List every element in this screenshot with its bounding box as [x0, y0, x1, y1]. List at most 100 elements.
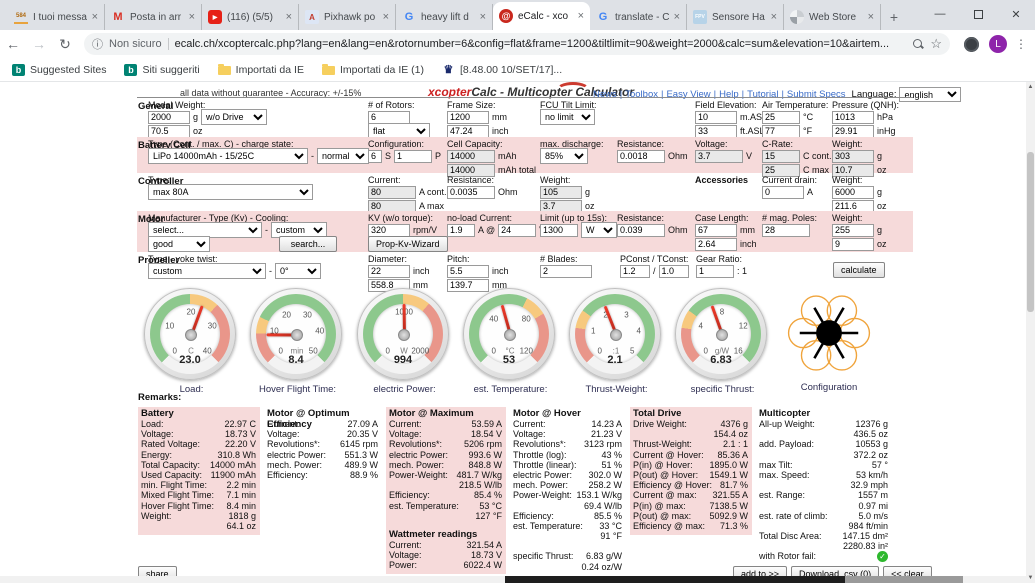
- mag-poles-input[interactable]: [762, 224, 810, 237]
- discharge-select[interactable]: 85%: [540, 148, 588, 164]
- prop-type-select[interactable]: custom: [148, 263, 266, 279]
- profile-avatar[interactable]: L: [989, 35, 1007, 53]
- accessory-weight-g-input[interactable]: [832, 186, 874, 199]
- rotor-count-input[interactable]: [368, 111, 410, 124]
- browser-tab[interactable]: @eCalc - xco×: [493, 2, 590, 30]
- tab-close-icon[interactable]: ×: [674, 11, 680, 23]
- tab-close-icon[interactable]: ×: [578, 10, 584, 22]
- pressure-hpa-input[interactable]: [832, 111, 874, 124]
- menu-kebab-icon[interactable]: ⋮: [1015, 37, 1027, 51]
- frame-mm-input[interactable]: [447, 111, 489, 124]
- pressure-inhg-input[interactable]: [832, 125, 874, 138]
- tab-close-icon[interactable]: ×: [92, 11, 98, 23]
- scroll-down-icon[interactable]: ▼: [1026, 573, 1035, 583]
- browser-tab[interactable]: Web Store×: [784, 4, 881, 30]
- controller-resistance-input[interactable]: [447, 186, 495, 199]
- cooling-select[interactable]: good: [148, 236, 210, 252]
- motor-weight-g-input[interactable]: [832, 224, 874, 237]
- info-icon[interactable]: ⓘ: [92, 36, 103, 52]
- tab-close-icon[interactable]: ×: [868, 11, 874, 23]
- field-cell-capacity: Cell Capacity: mAh mAh total: [447, 139, 536, 177]
- case-length-mm-input[interactable]: [695, 224, 737, 237]
- bookmark-item[interactable]: Importati da IE: [218, 64, 304, 76]
- tab-close-icon[interactable]: ×: [383, 11, 389, 23]
- fcu-tilt-select[interactable]: no limit: [540, 109, 595, 125]
- tab-close-icon[interactable]: ×: [771, 11, 777, 23]
- weight-mode-select[interactable]: w/o Drive: [201, 109, 267, 125]
- gauge-dial: 012345:12.1: [569, 288, 661, 380]
- motor-resistance-input[interactable]: [617, 224, 665, 237]
- bookmark-item[interactable]: bSuggested Sites: [12, 64, 106, 76]
- bookmark-item[interactable]: Importati da IE (1): [322, 64, 424, 76]
- result-row: Revolutions*:5206 rpm: [389, 439, 502, 449]
- prop-kv-wizard-button[interactable]: Prop-Kv-Wizard: [368, 236, 448, 252]
- model-weight-input[interactable]: [148, 111, 190, 124]
- horizontal-scroll-thumb[interactable]: [505, 576, 845, 583]
- bookmark-item[interactable]: ♛[8.48.00 10/SET/17]...: [442, 64, 562, 76]
- pconst-input[interactable]: [620, 265, 650, 278]
- vertical-scrollbar[interactable]: ▲ ▼: [1026, 82, 1035, 583]
- scroll-up-icon[interactable]: ▲: [1026, 82, 1035, 92]
- motor-weight-oz-input[interactable]: [832, 238, 874, 251]
- result-label: Mixed Flight Time:: [141, 490, 214, 500]
- browser-tab[interactable]: FPVSensore Ha×: [687, 4, 784, 30]
- kv-input[interactable]: [368, 224, 410, 237]
- vertical-scroll-thumb[interactable]: [1027, 152, 1034, 312]
- tab-close-icon[interactable]: ×: [480, 11, 486, 23]
- browser-tab[interactable]: MPosta in arr×: [105, 4, 202, 30]
- maximize-button[interactable]: [959, 0, 997, 28]
- diameter-inch-input[interactable]: [368, 265, 410, 278]
- blades-input[interactable]: [540, 265, 592, 278]
- tab-close-icon[interactable]: ×: [286, 11, 292, 23]
- browser-tab[interactable]: Gheavy lift d×: [396, 4, 493, 30]
- browser-tab[interactable]: Gtranslate - C×: [590, 4, 687, 30]
- calculate-button[interactable]: calculate: [833, 262, 885, 278]
- reload-button[interactable]: ↻: [52, 36, 78, 53]
- motor-search-button[interactable]: search...: [279, 236, 337, 252]
- back-button[interactable]: ←: [0, 36, 26, 52]
- close-button[interactable]: ✕: [997, 0, 1035, 28]
- model-weight-oz-input[interactable]: [148, 125, 190, 138]
- airtemp-f-input[interactable]: [762, 125, 800, 138]
- field-controller-resistance: Resistance: Ohm: [447, 175, 518, 199]
- gauge-tick-label: 20: [282, 310, 291, 319]
- yoke-twist-select[interactable]: 0°: [275, 263, 321, 279]
- url-text[interactable]: ecalc.ch/xcoptercalc.php?lang=en&lang=en…: [175, 38, 908, 50]
- elevation-ft-input[interactable]: [695, 125, 737, 138]
- no-load-current-input[interactable]: [447, 224, 475, 237]
- case-length-inch-input[interactable]: [695, 238, 737, 251]
- new-tab-button[interactable]: +: [881, 4, 907, 30]
- elevation-m-input[interactable]: [695, 111, 737, 124]
- zoom-icon[interactable]: [913, 39, 924, 50]
- parallel-input[interactable]: [394, 150, 432, 163]
- battery-resistance-input[interactable]: [617, 150, 665, 163]
- browser-tab[interactable]: APixhawk po×: [299, 4, 396, 30]
- bookmark-item[interactable]: bSiti suggeriti: [124, 64, 199, 76]
- frame-inch-input[interactable]: [447, 125, 489, 138]
- limit-unit-select[interactable]: W: [581, 222, 617, 238]
- forward-button[interactable]: →: [26, 36, 52, 52]
- charge-state-select[interactable]: normal: [317, 148, 369, 164]
- gear-ratio-input[interactable]: [696, 265, 734, 278]
- airtemp-c-input[interactable]: [762, 111, 800, 124]
- tconst-input[interactable]: [659, 265, 689, 278]
- url-bar[interactable]: ⓘ Non sicuro ecalc.ch/xcoptercalc.php?la…: [84, 33, 950, 55]
- controller-type-select[interactable]: max 80A: [148, 184, 313, 200]
- cell-voltage-input: [695, 150, 743, 163]
- no-load-voltage-input[interactable]: [498, 224, 536, 237]
- browser-tab[interactable]: ▶(116) (5/5)×: [202, 4, 299, 30]
- extension-icon[interactable]: [964, 37, 979, 52]
- series-input[interactable]: [368, 150, 382, 163]
- horizontal-scrollbar[interactable]: [0, 576, 1026, 583]
- bookmark-star-icon[interactable]: ☆: [930, 36, 942, 52]
- limit-input[interactable]: [540, 224, 578, 237]
- pitch-inch-input[interactable]: [447, 265, 489, 278]
- current-drain-input[interactable]: [762, 186, 804, 199]
- youtube-favicon: ▶: [208, 10, 222, 24]
- battery-type-select[interactable]: LiPo 14000mAh - 15/25C: [148, 148, 308, 164]
- browser-tab[interactable]: 584I tuoi messa×: [8, 4, 105, 30]
- tab-close-icon[interactable]: ×: [189, 11, 195, 23]
- gauge-row: Configuration 010203040C23.0Load:0102030…: [0, 288, 1035, 398]
- rotor-fail-ok-icon: ✓: [877, 551, 888, 562]
- minimize-button[interactable]: —: [921, 0, 959, 28]
